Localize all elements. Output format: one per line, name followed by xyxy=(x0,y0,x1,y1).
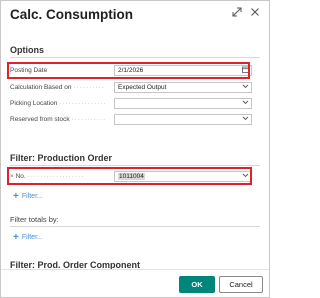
reserved-from-stock-label: Reserved from stock ··········· xyxy=(10,116,107,123)
cancel-button[interactable]: Cancel xyxy=(219,276,263,293)
filter-totals-title: Filter totals by: xyxy=(10,215,59,224)
close-icon[interactable] xyxy=(249,7,261,19)
reserved-from-stock-select[interactable] xyxy=(114,114,252,125)
divider xyxy=(10,165,260,166)
ok-button[interactable]: OK xyxy=(179,276,215,293)
calculation-based-on-label: Calculation Based on ·········· xyxy=(10,84,105,91)
dialog-title: Calc. Consumption xyxy=(10,7,134,22)
picking-location-select[interactable] xyxy=(114,98,252,109)
calculation-based-on-row: Calculation Based on ·········· Expected… xyxy=(10,82,253,93)
options-section-title: Options xyxy=(10,45,44,55)
calculation-based-on-select[interactable]: Expected Output xyxy=(114,82,252,93)
filter-production-order-title: Filter: Production Order xyxy=(10,153,113,163)
chevron-down-icon[interactable] xyxy=(242,99,249,108)
chevron-down-icon[interactable] xyxy=(242,115,249,124)
plus-icon: + xyxy=(13,191,19,202)
reserved-from-stock-row: Reserved from stock ··········· xyxy=(10,114,253,125)
chevron-down-icon[interactable] xyxy=(242,83,249,92)
divider xyxy=(10,226,260,227)
add-totals-filter-link[interactable]: + Filter... xyxy=(13,232,43,243)
dialog-footer: OK Cancel xyxy=(1,269,269,297)
posting-date-highlight xyxy=(7,62,250,79)
plus-icon: + xyxy=(13,232,19,243)
divider xyxy=(10,57,260,58)
expand-icon[interactable] xyxy=(231,7,243,19)
production-order-no-highlight xyxy=(7,167,252,185)
calculation-based-on-value: Expected Output xyxy=(118,84,167,91)
calc-consumption-dialog: Calc. Consumption Options Posting Date 2… xyxy=(0,0,270,298)
picking-location-row: Picking Location ··············· xyxy=(10,98,253,109)
add-production-order-filter-link[interactable]: + Filter... xyxy=(13,191,43,202)
picking-location-label: Picking Location ··············· xyxy=(10,100,107,107)
